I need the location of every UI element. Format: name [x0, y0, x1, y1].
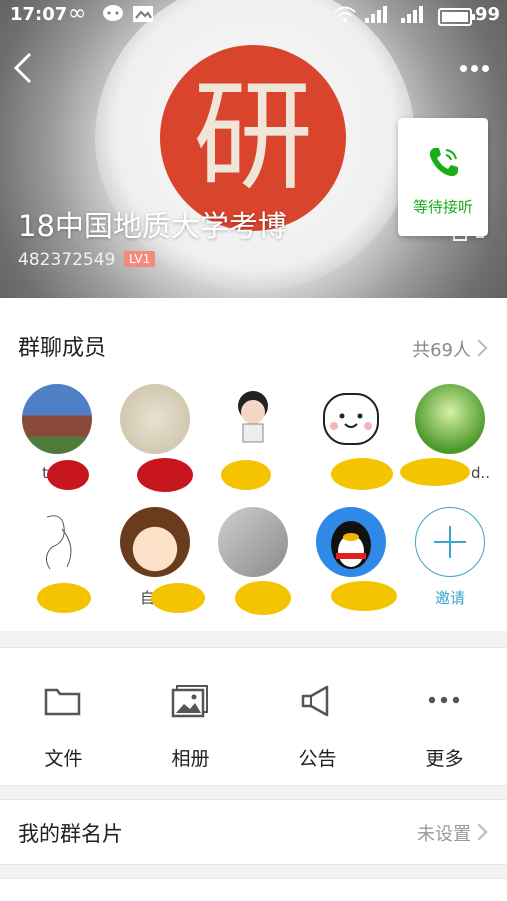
member-item[interactable]: 葱	[213, 384, 293, 494]
my-group-card-label: 我的群名片	[18, 822, 123, 846]
redaction-mark	[235, 581, 291, 615]
chevron-right-icon	[470, 823, 488, 841]
member-item[interactable]: 擦	[115, 384, 195, 494]
redaction-mark	[331, 581, 397, 611]
signal-icon	[364, 4, 390, 29]
tool-label: 更多	[425, 748, 464, 770]
my-group-card-row[interactable]: 我的群名片 未设置	[0, 799, 507, 865]
tool-label: 公告	[298, 748, 337, 770]
member-avatar	[120, 384, 190, 454]
infinity-icon: ∞	[68, 1, 87, 26]
tool-label: 相册	[171, 748, 210, 770]
member-item[interactable]: シ	[17, 507, 97, 617]
member-item[interactable]: 深	[213, 507, 293, 617]
member-avatar	[22, 384, 92, 454]
members-count[interactable]: 共69人	[412, 336, 471, 362]
member-item[interactable]: 翌	[311, 507, 397, 617]
redaction-mark	[47, 460, 89, 490]
member-avatar	[218, 507, 288, 577]
members-section: 群聊成员 共69人 tu... 擦 葱 红 d.. シ	[0, 298, 507, 631]
member-avatar	[218, 384, 288, 454]
status-time: 17:07	[10, 4, 68, 25]
chevron-left-icon	[13, 52, 32, 84]
group-header: 研 17:07 ∞ 99 18中国地质大学考博 482372549 LV1 等待…	[0, 0, 507, 298]
phone-icon	[429, 148, 458, 177]
redaction-mark	[151, 583, 205, 613]
redaction-mark	[137, 458, 193, 492]
member-avatar	[22, 507, 92, 577]
chat-bubble-icon	[102, 4, 124, 29]
wifi-icon	[333, 4, 357, 29]
plus-icon	[415, 507, 485, 577]
redaction-mark	[400, 458, 470, 486]
tool-announcement[interactable]: 公告	[254, 648, 381, 785]
status-bar: 17:07 ∞ 99	[0, 0, 507, 32]
battery-percent: 99	[475, 4, 501, 25]
my-group-card-value: 未设置	[417, 824, 471, 845]
invite-button[interactable]: 邀请	[410, 507, 490, 617]
more-options-button[interactable]	[460, 57, 496, 75]
members-title: 群聊成员	[18, 336, 107, 361]
call-waiting-card[interactable]: 等待接听	[398, 118, 488, 236]
next-settings-row[interactable]	[0, 878, 507, 901]
group-name: 18中国地质大学考博	[18, 209, 287, 243]
battery-icon	[438, 8, 475, 26]
tool-files[interactable]: 文件	[0, 648, 127, 785]
member-avatar	[120, 507, 190, 577]
tool-label: 文件	[44, 748, 83, 770]
more-dots-icon	[424, 684, 464, 718]
tool-more[interactable]: 更多	[381, 648, 507, 785]
group-tools: 文件 相册 公告 更多	[0, 647, 507, 786]
member-item[interactable]: d..	[400, 384, 490, 494]
member-avatar	[316, 384, 386, 454]
album-icon	[170, 684, 210, 718]
redaction-mark	[37, 583, 91, 613]
invite-label: 邀请	[434, 589, 465, 607]
member-item[interactable]: 自由	[115, 507, 205, 617]
folder-icon	[43, 684, 83, 718]
back-button[interactable]	[10, 48, 40, 88]
level-badge: LV1	[124, 251, 156, 267]
redaction-mark	[221, 460, 271, 490]
group-id: 482372549	[18, 250, 116, 270]
tool-album[interactable]: 相册	[127, 648, 254, 785]
chevron-right-icon	[470, 339, 488, 357]
image-icon	[132, 4, 154, 29]
member-avatar	[316, 507, 386, 577]
member-avatar	[415, 384, 485, 454]
member-item[interactable]: 红	[311, 384, 393, 494]
redaction-mark	[331, 458, 393, 490]
member-item[interactable]: tu...	[17, 384, 97, 494]
signal-4g-icon	[398, 4, 426, 29]
call-status-label: 等待接听	[412, 198, 473, 216]
megaphone-icon	[297, 684, 337, 718]
